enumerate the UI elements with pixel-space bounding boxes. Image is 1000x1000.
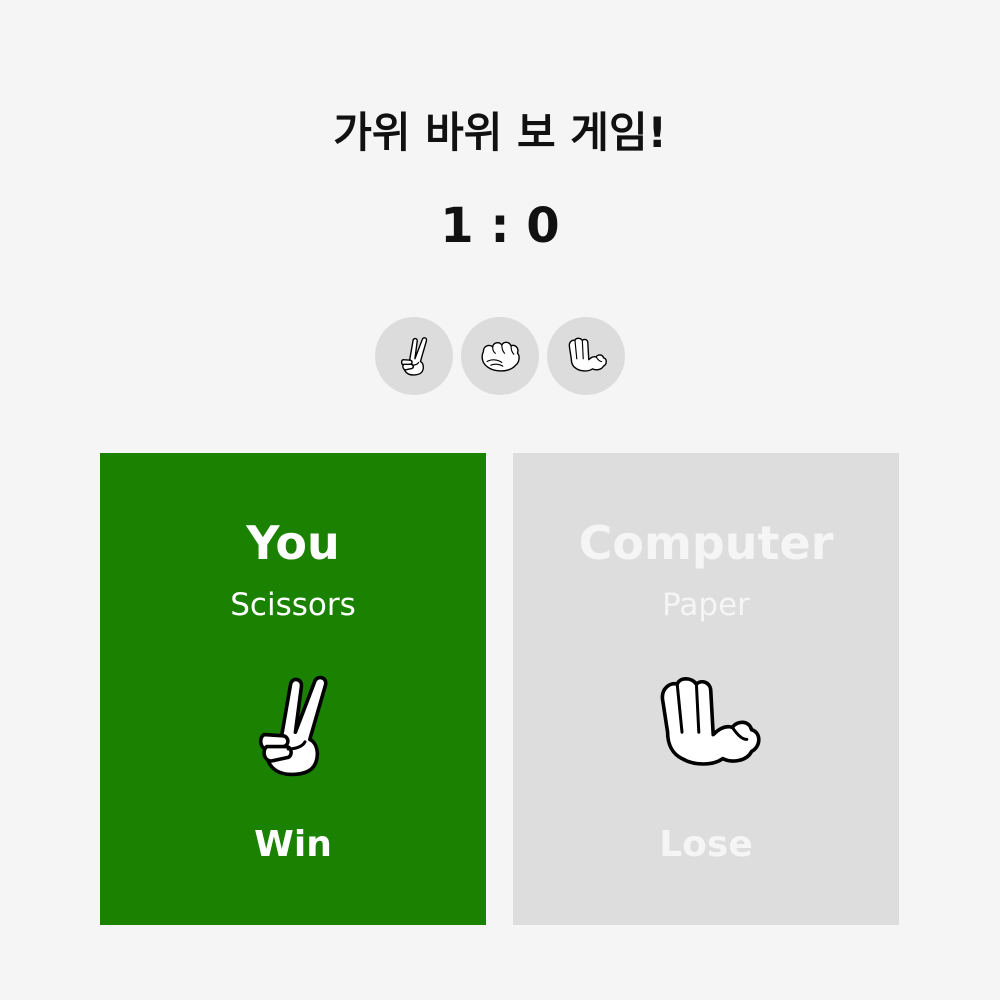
scissors-button[interactable] xyxy=(375,317,453,395)
player-choice: Scissors xyxy=(230,587,356,623)
paper-hand-icon xyxy=(568,337,607,372)
player-panel: You Scissors Win xyxy=(100,453,486,925)
page-title: 가위 바위 보 게임! xyxy=(333,108,667,157)
computer-hand xyxy=(513,665,899,785)
paper-hand-icon xyxy=(660,677,761,766)
choice-buttons xyxy=(375,317,625,395)
scissors-hand-icon xyxy=(400,337,428,376)
rock-fist-icon xyxy=(481,341,520,372)
score-display: 1 : 0 xyxy=(440,198,560,254)
game-page: 가위 바위 보 게임! 1 : 0 You Scissors Win Compu… xyxy=(0,0,1000,1000)
paper-button[interactable] xyxy=(547,317,625,395)
rock-button[interactable] xyxy=(461,317,539,395)
player-result: Win xyxy=(254,824,332,865)
computer-result: Lose xyxy=(659,824,753,865)
computer-label: Computer xyxy=(578,516,834,570)
scissors-hand-icon xyxy=(258,675,328,777)
computer-panel: Computer Paper Lose xyxy=(513,453,899,925)
player-label: You xyxy=(246,516,340,570)
computer-choice: Paper xyxy=(662,587,750,623)
player-hand xyxy=(100,665,486,785)
